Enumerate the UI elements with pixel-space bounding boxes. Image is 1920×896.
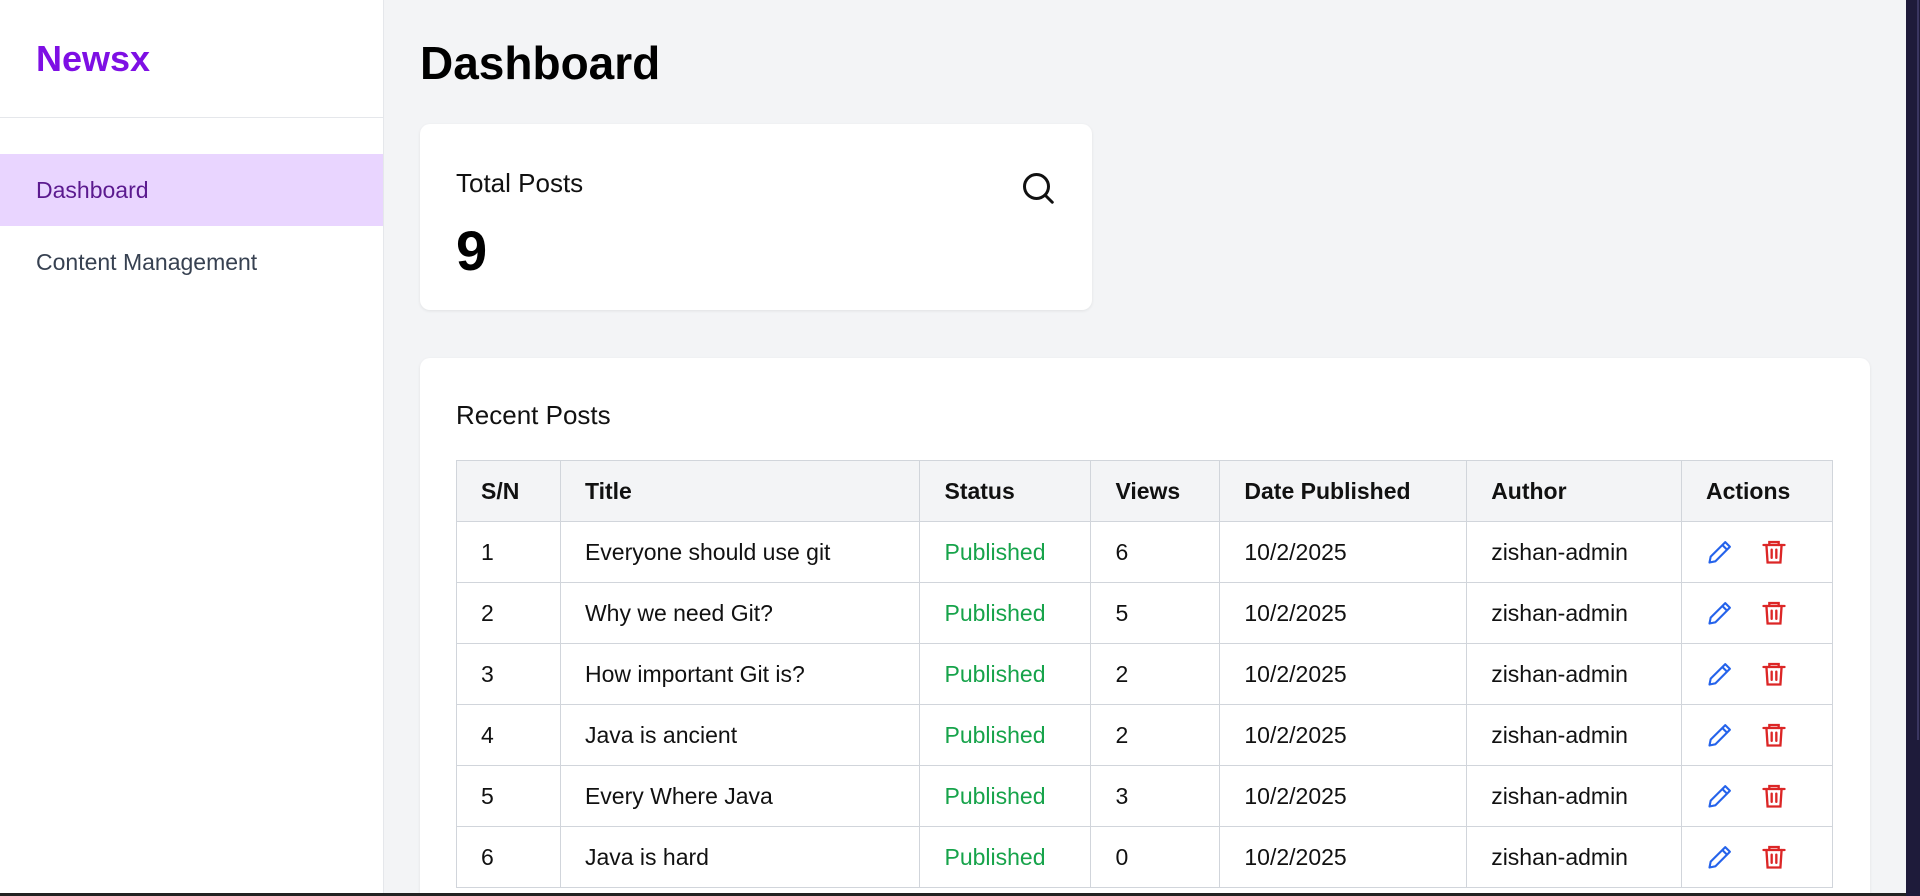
cell-sn: 1 [456, 521, 561, 583]
trash-icon[interactable] [1760, 782, 1788, 810]
column-header-views: Views [1090, 460, 1221, 522]
cell-title: Java is ancient [559, 704, 921, 766]
pencil-icon[interactable] [1706, 660, 1734, 688]
cell-date: 10/2/2025 [1219, 826, 1468, 888]
trash-icon[interactable] [1760, 721, 1788, 749]
recent-posts-table: S/N Title Status Views Date Published Au… [456, 460, 1834, 888]
scrollbar-thumb[interactable] [1907, 0, 1919, 740]
cell-views: 5 [1090, 582, 1221, 644]
cell-sn: 6 [456, 826, 561, 888]
cell-actions [1680, 704, 1834, 766]
app: Newsx Dashboard Content Management Dashb… [0, 0, 1920, 896]
column-header-sn: S/N [456, 460, 561, 522]
total-posts-card: Total Posts 9 [420, 124, 1092, 310]
table-row: 4 Java is ancient Published 2 10/2/2025 … [456, 704, 1834, 766]
main-content: Dashboard Total Posts 9 Recent Posts S/N… [384, 0, 1906, 896]
cell-author: zishan-admin [1466, 582, 1682, 644]
status-badge: Published [919, 765, 1092, 827]
cell-title: Java is hard [559, 826, 921, 888]
table-row: 1 Everyone should use git Published 6 10… [456, 521, 1834, 583]
column-header-status: Status [919, 460, 1092, 522]
cell-date: 10/2/2025 [1219, 643, 1468, 705]
trash-icon[interactable] [1760, 538, 1788, 566]
trash-icon[interactable] [1760, 599, 1788, 627]
cell-actions [1680, 765, 1834, 827]
cell-title: Why we need Git? [559, 582, 921, 644]
table-row: 5 Every Where Java Published 3 10/2/2025… [456, 765, 1834, 827]
status-badge: Published [919, 582, 1092, 644]
cell-title: Everyone should use git [559, 521, 921, 583]
cell-author: zishan-admin [1466, 826, 1682, 888]
cell-actions [1680, 521, 1834, 583]
cell-sn: 4 [456, 704, 561, 766]
cell-author: zishan-admin [1466, 521, 1682, 583]
page-title: Dashboard [420, 37, 661, 89]
cell-views: 6 [1090, 521, 1221, 583]
cell-author: zishan-admin [1466, 765, 1682, 827]
trash-icon[interactable] [1760, 843, 1788, 871]
cell-sn: 2 [456, 582, 561, 644]
cell-views: 3 [1090, 765, 1221, 827]
pencil-icon[interactable] [1706, 782, 1734, 810]
cell-actions [1680, 582, 1834, 644]
pencil-icon[interactable] [1706, 538, 1734, 566]
cell-author: zishan-admin [1466, 643, 1682, 705]
column-header-actions: Actions [1680, 460, 1834, 522]
cell-views: 2 [1090, 643, 1221, 705]
cell-sn: 3 [456, 643, 561, 705]
pencil-icon[interactable] [1706, 843, 1734, 871]
cell-date: 10/2/2025 [1219, 582, 1468, 644]
sidebar-nav: Dashboard Content Management [0, 118, 383, 298]
table-row: 3 How important Git is? Published 2 10/2… [456, 643, 1834, 705]
total-posts-label: Total Posts [456, 168, 584, 198]
cell-views: 2 [1090, 704, 1221, 766]
pencil-icon[interactable] [1706, 599, 1734, 627]
recent-posts-title: Recent Posts [456, 400, 611, 430]
cell-title: Every Where Java [559, 765, 921, 827]
cell-date: 10/2/2025 [1219, 521, 1468, 583]
trash-icon[interactable] [1760, 660, 1788, 688]
cell-views: 0 [1090, 826, 1221, 888]
sidebar: Newsx Dashboard Content Management [0, 0, 384, 896]
column-header-date-published: Date Published [1219, 460, 1468, 522]
status-badge: Published [919, 521, 1092, 583]
status-badge: Published [919, 643, 1092, 705]
column-header-title: Title [559, 460, 921, 522]
brand-logo[interactable]: Newsx [0, 0, 383, 118]
table-row: 6 Java is hard Published 0 10/2/2025 zis… [456, 826, 1834, 888]
column-header-author: Author [1466, 460, 1682, 522]
sidebar-item-dashboard[interactable]: Dashboard [0, 154, 383, 226]
table-body: 1 Everyone should use git Published 6 10… [456, 521, 1834, 888]
search-icon[interactable] [1020, 170, 1056, 206]
cell-author: zishan-admin [1466, 704, 1682, 766]
table-header-row: S/N Title Status Views Date Published Au… [456, 460, 1834, 522]
total-posts-value: 9 [456, 219, 488, 282]
cell-date: 10/2/2025 [1219, 704, 1468, 766]
vertical-scrollbar[interactable] [1906, 0, 1920, 896]
pencil-icon[interactable] [1706, 721, 1734, 749]
cell-actions [1680, 826, 1834, 888]
recent-posts-card: Recent Posts S/N Title Status Views Date… [420, 358, 1870, 896]
status-badge: Published [919, 704, 1092, 766]
status-badge: Published [919, 826, 1092, 888]
cell-sn: 5 [456, 765, 561, 827]
cell-date: 10/2/2025 [1219, 765, 1468, 827]
table-row: 2 Why we need Git? Published 5 10/2/2025… [456, 582, 1834, 644]
cell-actions [1680, 643, 1834, 705]
cell-title: How important Git is? [559, 643, 921, 705]
sidebar-item-content-management[interactable]: Content Management [0, 226, 383, 298]
